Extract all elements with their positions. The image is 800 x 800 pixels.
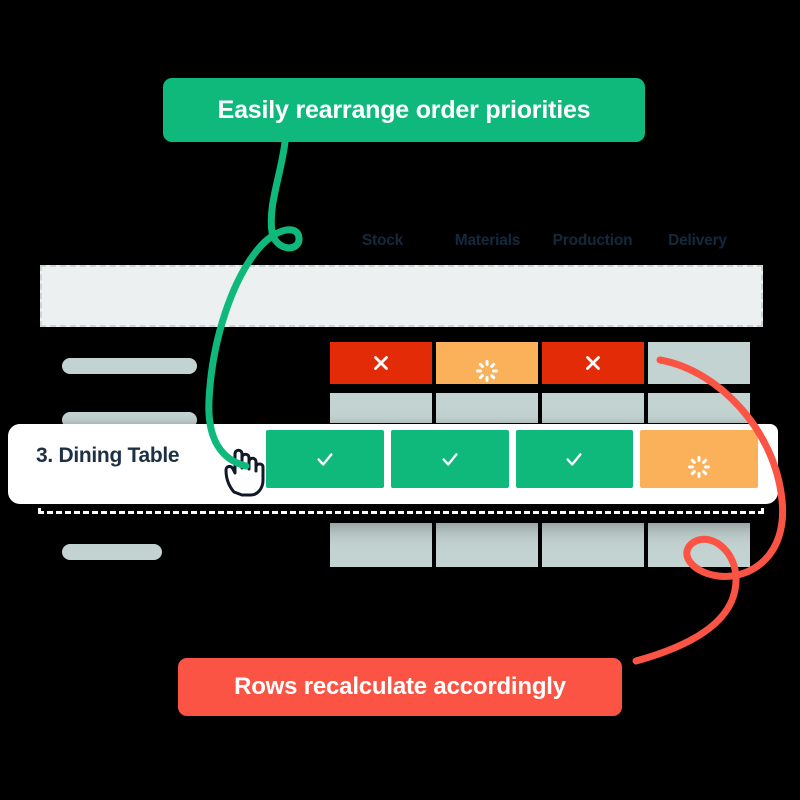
placeholder-cell	[648, 523, 750, 567]
placeholder-cell	[330, 523, 432, 567]
callout-recalculate: Rows recalculate accordingly	[178, 658, 622, 716]
column-header-stock: Stock	[361, 232, 404, 249]
placeholder-cell	[330, 393, 432, 423]
placeholder-cell	[436, 523, 538, 567]
drop-target-outline	[38, 498, 764, 514]
column-header-delivery: Delivery	[668, 232, 727, 249]
status-cell-delivery[interactable]	[648, 342, 750, 384]
dragged-cell-materials[interactable]	[390, 430, 509, 488]
check-icon	[442, 453, 458, 466]
placeholder-cell-row	[330, 393, 750, 423]
check-icon	[317, 453, 333, 466]
placeholder-cell	[542, 393, 644, 423]
x-icon	[586, 356, 600, 370]
promo-illustration: Stock Materials Production Delivery 3. D…	[0, 0, 800, 800]
dragged-cell-production[interactable]	[515, 430, 634, 488]
placeholder-cell	[648, 393, 750, 423]
x-icon	[374, 356, 388, 370]
check-icon	[566, 453, 582, 466]
column-header-materials: Materials	[454, 232, 521, 249]
spinner-icon	[476, 352, 498, 382]
status-cell-row	[330, 342, 750, 384]
placeholder-cell-row	[330, 523, 750, 567]
spinner-icon	[688, 448, 711, 478]
placeholder-cell	[436, 393, 538, 423]
dragged-row-label: 3. Dining Table	[36, 444, 180, 467]
row-label-placeholder	[62, 544, 162, 560]
hand-cursor-icon	[224, 448, 265, 497]
column-header-production: Production	[552, 232, 633, 249]
dragged-row-cells	[266, 430, 758, 488]
callout-rearrange: Easily rearrange order priorities	[163, 78, 645, 142]
status-cell-production[interactable]	[542, 342, 644, 384]
dragged-cell-stock[interactable]	[266, 430, 384, 488]
empty-drop-band	[40, 265, 763, 327]
status-cell-materials[interactable]	[436, 342, 538, 384]
placeholder-cell	[542, 523, 644, 567]
table-header-row: Stock Materials Production Delivery	[330, 232, 750, 262]
status-cell-stock[interactable]	[330, 342, 432, 384]
row-label-placeholder	[62, 358, 197, 374]
dragged-cell-delivery[interactable]	[640, 430, 758, 488]
